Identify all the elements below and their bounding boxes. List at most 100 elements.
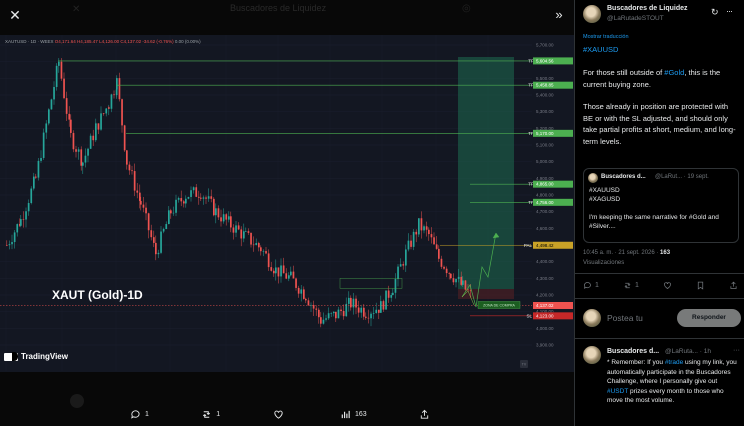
- repost-action[interactable]: 1: [201, 409, 220, 420]
- candle-body: [303, 289, 305, 299]
- candle-body: [60, 61, 63, 79]
- candle-body: [202, 197, 205, 199]
- candle-body: [235, 225, 237, 233]
- reply-input[interactable]: [607, 313, 667, 323]
- candle-body: [462, 280, 464, 285]
- candle-body: [84, 155, 87, 163]
- candle-body: [265, 251, 267, 254]
- candle-body: [407, 240, 410, 250]
- candle-body: [337, 309, 340, 319]
- candle-body: [128, 164, 131, 171]
- candle-body: [435, 244, 438, 249]
- candle-body: [342, 311, 345, 317]
- post-hashtag[interactable]: #XAUUSD: [583, 45, 618, 54]
- reply-avatar[interactable]: [583, 346, 601, 364]
- reply-button[interactable]: Responder: [677, 309, 741, 327]
- candle-body: [370, 313, 372, 319]
- quoted-body: #XAUUSD #XAGUSD I'm keeping the same nar…: [589, 186, 734, 231]
- reply-action[interactable]: 1: [130, 409, 149, 420]
- stat-likes[interactable]: [663, 281, 672, 290]
- divider: [575, 273, 744, 274]
- candle-body: [170, 210, 172, 214]
- stat-reposts[interactable]: 1: [623, 281, 639, 290]
- candle-body: [258, 243, 260, 248]
- candle-body: [77, 149, 80, 152]
- candle-body: [87, 148, 89, 156]
- candle-body: [232, 227, 235, 233]
- views-total: 163: [660, 250, 671, 256]
- more-options-icon[interactable]: ···: [726, 6, 733, 16]
- candle-body: [192, 187, 195, 191]
- candle-body: [133, 171, 136, 191]
- quoted-line-3: I'm keeping the same narrative for #Gold…: [589, 214, 719, 230]
- candle-body: [155, 242, 157, 255]
- candle-body: [455, 278, 457, 283]
- stat-replies[interactable]: 1: [583, 281, 599, 290]
- trade-hashtag-link[interactable]: #trade: [665, 359, 683, 366]
- ohlc-symbol: XAUTUSD · 1D · WEEX: [5, 39, 54, 44]
- candle-body: [82, 162, 84, 166]
- reply-text-1: * Remember: If you: [607, 359, 665, 366]
- tradingview-logo: TradingView: [4, 351, 68, 361]
- candle-body: [423, 226, 425, 231]
- reply-more-icon[interactable]: ···: [733, 347, 740, 354]
- timestamp-text: 10:45 a. m. · 21 sept. 2026 ·: [583, 250, 661, 256]
- stat-bookmark[interactable]: [696, 281, 705, 290]
- candle-body: [8, 244, 11, 246]
- pal-label: PAL: [524, 243, 533, 248]
- candle-body: [89, 135, 92, 149]
- post-timestamp: 10:45 a. m. · 21 sept. 2026 · 163: [583, 250, 670, 256]
- candle-body: [288, 275, 290, 279]
- reply-composer: Responder: [583, 309, 741, 329]
- candle-body: [121, 99, 123, 126]
- post-header: Buscadores de Liquidez @LaRutadeSTOUT ↻ …: [583, 5, 739, 27]
- like-action[interactable]: [273, 409, 288, 420]
- quoted-line-2: #XAGUSD: [589, 196, 621, 203]
- reply-icon: [131, 409, 140, 419]
- quoted-post[interactable]: Buscadores d... @LaRut... · 19 sept. #XA…: [583, 168, 739, 243]
- candle-body: [252, 244, 255, 246]
- candle-body: [6, 245, 8, 246]
- reply-author-name[interactable]: Buscadores d...: [607, 348, 659, 355]
- price-tick-label: 3,900.00: [536, 343, 554, 348]
- views-action[interactable]: 163: [340, 409, 367, 420]
- author-handle[interactable]: @LaRutadeSTOUT: [607, 15, 664, 22]
- candle-body: [340, 309, 342, 312]
- candle-body: [325, 318, 327, 320]
- usdt-hashtag-link[interactable]: #USDT: [607, 388, 628, 395]
- quoted-avatar: [588, 173, 598, 183]
- ohlc-readout: XAUTUSD · 1D · WEEX O4,171.64 H4,185.47 …: [5, 39, 201, 44]
- grok-icon[interactable]: ↻: [711, 7, 719, 18]
- show-translation-link[interactable]: Mostrar traducción: [583, 34, 629, 40]
- candle-body: [247, 231, 250, 233]
- p1-text: For those still outside of: [583, 68, 665, 77]
- ghost-icon: ◎: [462, 3, 471, 14]
- collapse-panel-button[interactable]: »: [550, 6, 568, 24]
- ohlc-values: O4,171.64 H4,185.47 L4,126.00 C4,137.02 …: [54, 39, 174, 44]
- price-tick-label: 4,700.00: [536, 209, 554, 214]
- quoted-author-name: Buscadores d...: [601, 174, 646, 180]
- reply-count: 1: [145, 410, 149, 418]
- candle-body: [97, 123, 100, 130]
- ohlc-extra: 0.00 (0.00%): [174, 39, 201, 44]
- candle-body: [80, 149, 83, 166]
- candle-body: [136, 190, 139, 193]
- candle-body: [20, 219, 22, 226]
- gold-hashtag-link[interactable]: #Gold: [664, 68, 684, 77]
- close-button[interactable]: ✕: [6, 6, 24, 24]
- candle-body: [157, 252, 160, 255]
- author-name[interactable]: Buscadores de Liquidez: [607, 5, 688, 12]
- candle-body: [140, 200, 142, 205]
- candle-body: [63, 78, 65, 99]
- candle-body: [255, 243, 258, 246]
- candle-body: [225, 214, 228, 220]
- candle-body: [363, 307, 365, 317]
- candle-body: [220, 217, 222, 222]
- share-action[interactable]: [419, 409, 430, 420]
- candle-body: [282, 265, 285, 274]
- candle-body: [452, 278, 455, 283]
- candle-body: [113, 94, 115, 96]
- author-avatar[interactable]: [583, 5, 601, 23]
- stat-share[interactable]: [729, 281, 738, 290]
- candle-body: [399, 264, 402, 267]
